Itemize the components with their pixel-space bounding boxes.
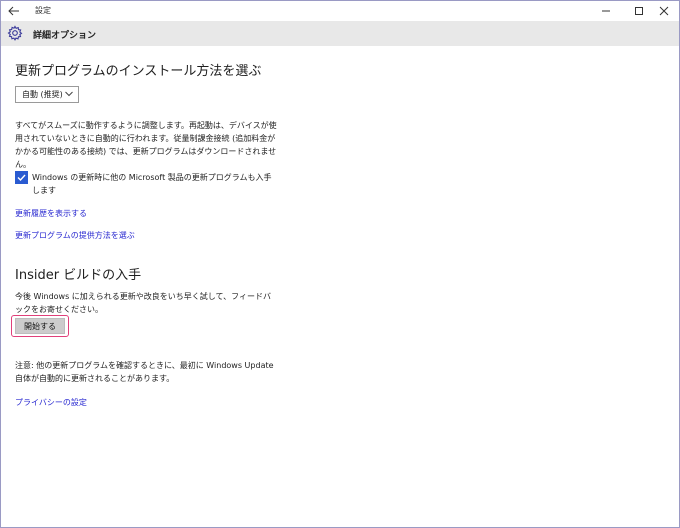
start-button[interactable]: 開始する — [15, 318, 65, 334]
maximize-icon — [635, 7, 643, 15]
checkmark-icon — [17, 174, 26, 182]
update-note: 注意: 他の更新プログラムを確認するときに、最初に Windows Update… — [15, 361, 274, 383]
close-button[interactable] — [649, 1, 679, 21]
dropdown-value: 自動 (推奨) — [22, 90, 63, 99]
insider-description: 今後 Windows に加えられる更新や改良をいち早く試して、フィードバックをお… — [15, 292, 271, 314]
update-description: すべてがスムーズに動作するように調整します。再起動は、デバイスが使用されていない… — [15, 121, 277, 169]
settings-window: 設定 詳細オプション 更新プログラムのインストール方法を選ぶ 自動 (推奨) す… — [0, 0, 680, 528]
delivery-method-link[interactable]: 更新プログラムの提供方法を選ぶ — [15, 230, 135, 241]
insider-heading: Insider ビルドの入手 — [15, 268, 142, 283]
title-bar: 設定 — [1, 1, 679, 21]
arrow-left-icon — [8, 6, 19, 16]
app-title: 設定 — [35, 6, 51, 15]
gear-icon — [7, 25, 23, 41]
chevron-down-icon — [65, 91, 73, 97]
update-method-heading: 更新プログラムのインストール方法を選ぶ — [15, 64, 262, 79]
back-button[interactable] — [3, 1, 25, 21]
update-history-link[interactable]: 更新履歴を表示する — [15, 208, 87, 219]
privacy-settings-link[interactable]: プライバシーの設定 — [15, 397, 87, 408]
other-products-checkbox[interactable] — [15, 171, 28, 184]
page-title: 詳細オプション — [33, 31, 97, 41]
minimize-icon — [602, 10, 610, 12]
other-products-checkbox-label[interactable]: Windows の更新時に他の Microsoft 製品の更新プログラムも入手し… — [32, 171, 272, 197]
update-method-dropdown[interactable]: 自動 (推奨) — [15, 86, 79, 103]
page-header: 詳細オプション — [1, 21, 679, 46]
close-icon — [659, 6, 669, 16]
minimize-button[interactable] — [591, 1, 621, 21]
